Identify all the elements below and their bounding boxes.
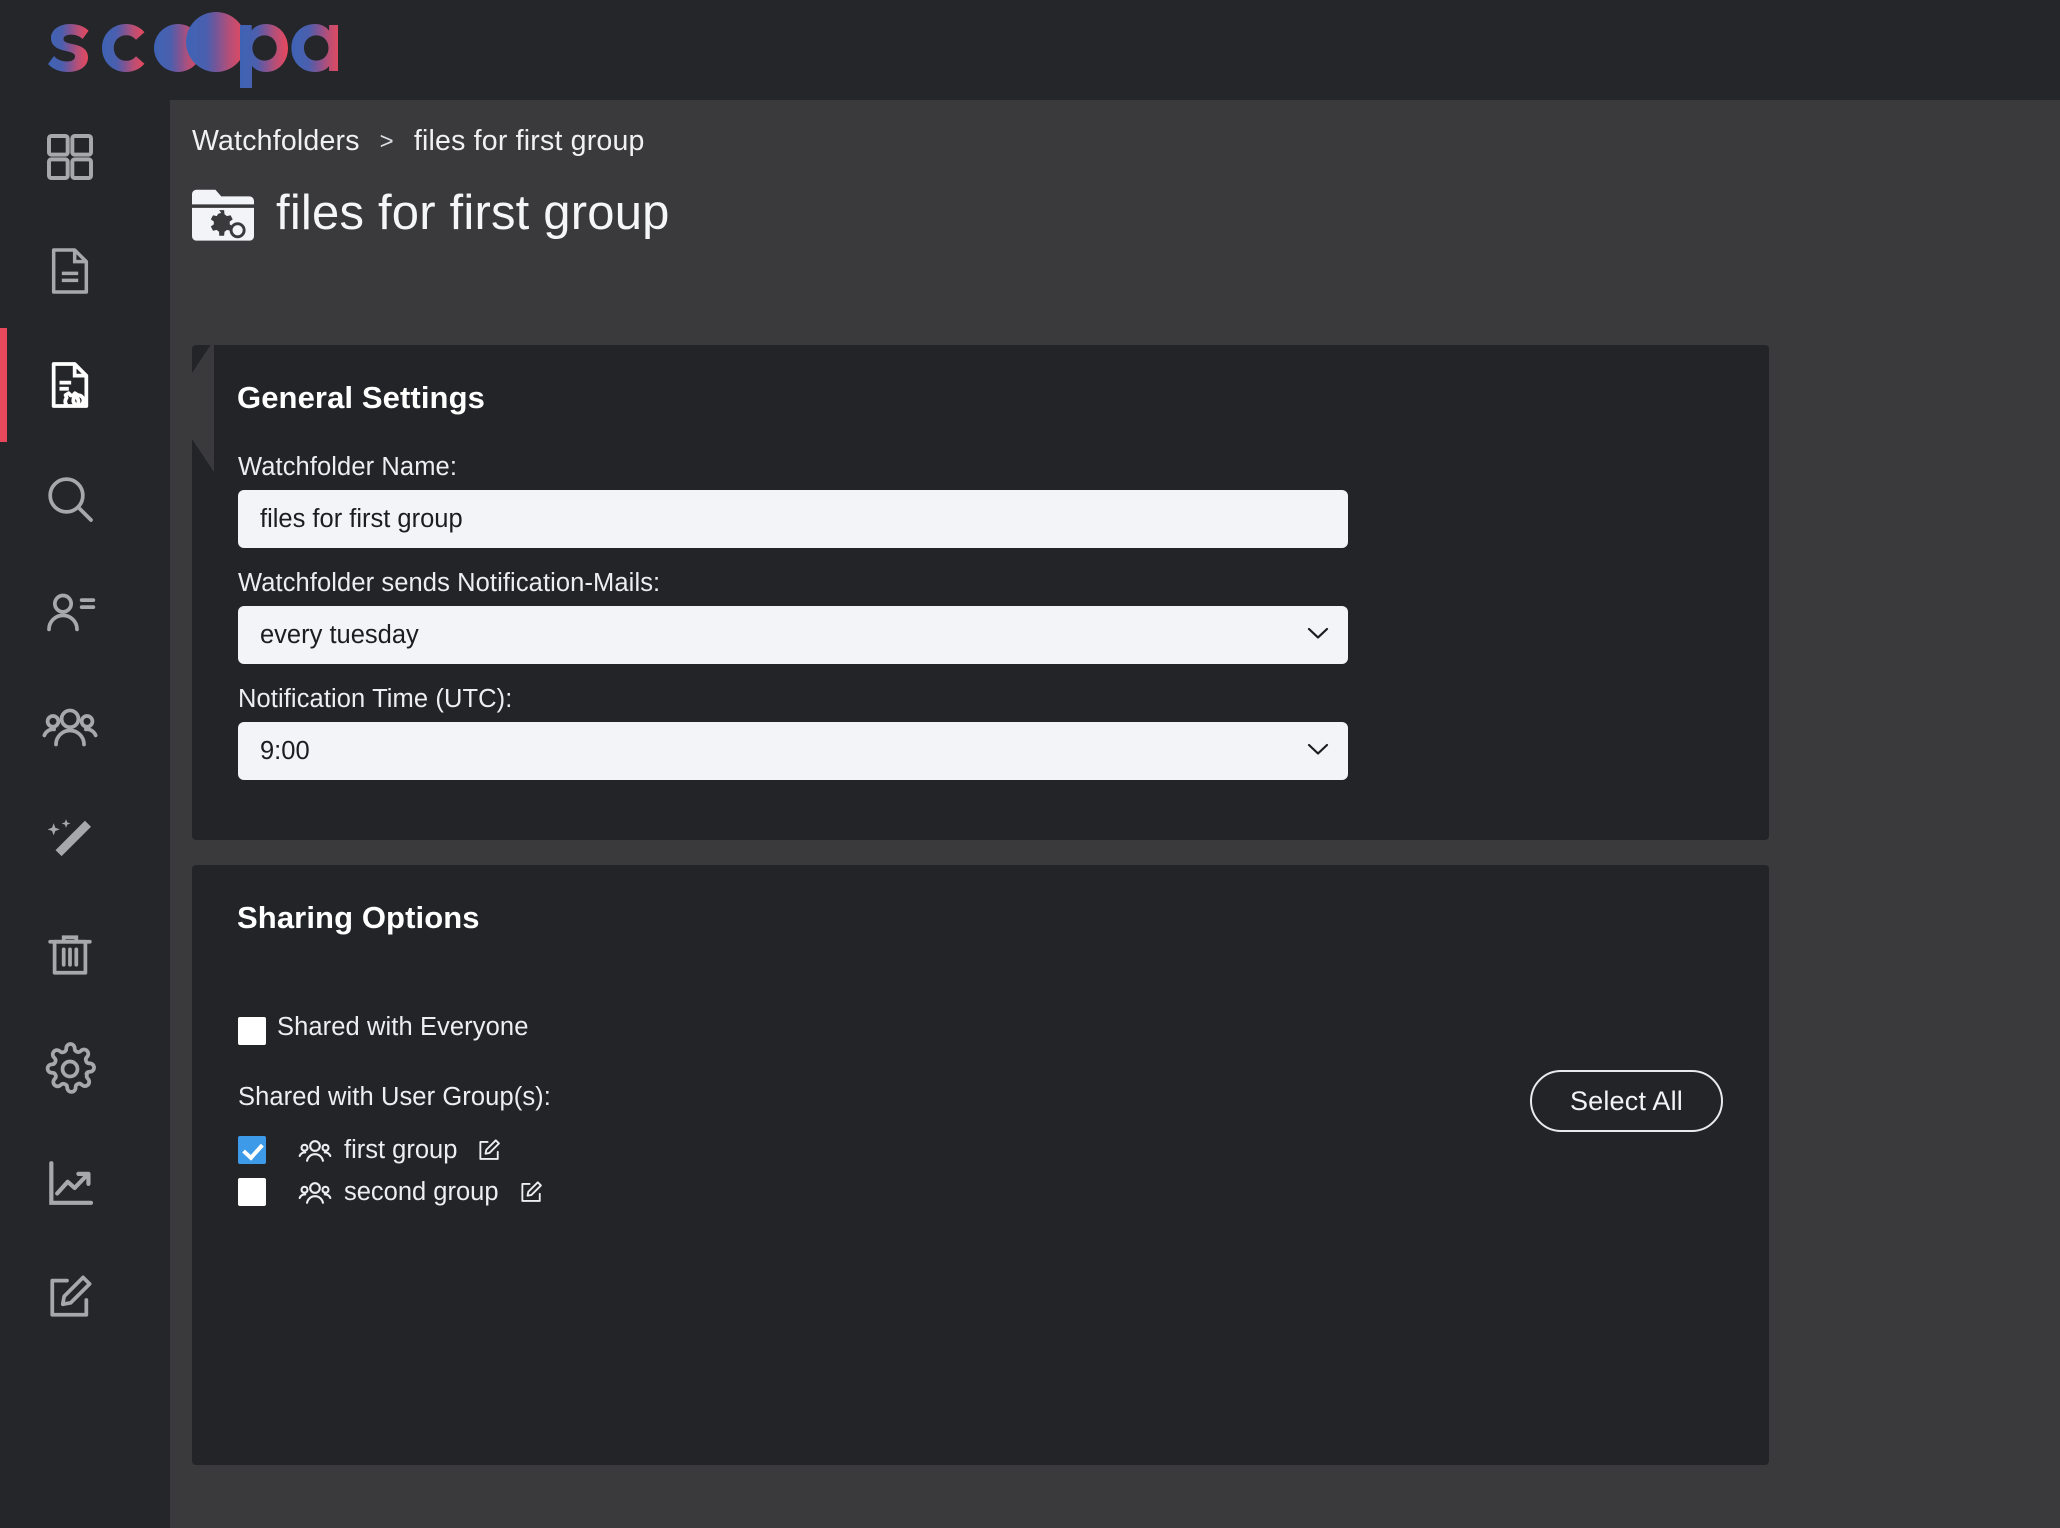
sidebar-item-trash[interactable] (0, 898, 170, 1012)
group-name: first group (344, 1135, 458, 1164)
group-checkbox[interactable] (238, 1136, 266, 1164)
breadcrumb-current[interactable]: files for first group (414, 125, 645, 158)
sharing-options-card: Sharing Options Shared with Everyone Sha… (192, 865, 1769, 1465)
general-settings-title: General Settings (237, 380, 485, 415)
select-all-button[interactable]: Select All (1529, 1070, 1723, 1132)
breadcrumb-separator: > (379, 127, 394, 155)
sidebar-item-magic[interactable] (0, 784, 170, 898)
users-group-icon (42, 708, 98, 747)
user-list-icon (47, 593, 96, 632)
group-list-item[interactable]: second group (238, 1171, 545, 1213)
sidebar-item-settings[interactable] (0, 1012, 170, 1126)
watchfolder-name-input[interactable] (238, 490, 1348, 548)
scoopa-logo[interactable] (48, 10, 338, 88)
shared-with-everyone-checkbox[interactable] (238, 1017, 266, 1045)
trend-chart-icon (49, 1161, 94, 1205)
trash-icon (48, 935, 92, 975)
edit-group-icon[interactable] (475, 1136, 503, 1164)
group-checkbox[interactable] (238, 1178, 266, 1206)
gear-icon (45, 1042, 96, 1094)
sidebar-nav (0, 100, 170, 1354)
breadcrumb-root[interactable]: Watchfolders (192, 125, 360, 158)
notification-mails-label: Watchfolder sends Notification-Mails: (238, 569, 661, 597)
folder-gear-icon (192, 189, 254, 241)
users-group-icon (298, 1140, 332, 1162)
main-content: Watchfolders > files for first group fil… (170, 100, 2060, 1528)
sharing-options-title: Sharing Options (237, 900, 480, 935)
sidebar-item-users[interactable] (0, 556, 170, 670)
watchfolder-name-label: Watchfolder Name: (238, 453, 457, 481)
sidebar-item-statistics[interactable] (0, 1126, 170, 1240)
shared-with-groups-label: Shared with User Group(s): (238, 1083, 551, 1111)
general-settings-card: General Settings Watchfolder Name: Watch… (192, 345, 1769, 840)
document-gear-icon (51, 362, 89, 408)
sidebar-item-search[interactable] (0, 442, 170, 556)
edit-group-icon[interactable] (517, 1178, 545, 1206)
edit-square-icon (50, 1275, 92, 1317)
sidebar (0, 100, 170, 1528)
group-list-item[interactable]: first group (238, 1129, 503, 1171)
grid-icon (47, 134, 93, 180)
document-icon (51, 248, 89, 294)
notification-time-label: Notification Time (UTC): (238, 685, 513, 713)
page-title: files for first group (276, 185, 670, 240)
notification-time-select[interactable] (238, 722, 1348, 780)
sidebar-item-user-groups[interactable] (0, 670, 170, 784)
sidebar-item-watchfolders[interactable] (0, 328, 170, 442)
sidebar-item-editor[interactable] (0, 1240, 170, 1354)
notification-frequency-value[interactable] (238, 606, 1348, 664)
group-name: second group (344, 1177, 499, 1206)
top-bar: scoopa (0, 0, 2060, 100)
sidebar-item-documents[interactable] (0, 214, 170, 328)
breadcrumb: Watchfolders > files for first group (192, 125, 645, 158)
notification-time-value[interactable] (238, 722, 1348, 780)
page-header: files for first group (192, 185, 670, 241)
search-icon (48, 477, 93, 522)
shared-with-everyone-label: Shared with Everyone (277, 1013, 529, 1041)
sidebar-item-dashboard[interactable] (0, 100, 170, 214)
magic-wand-icon (47, 819, 91, 857)
notification-frequency-select[interactable] (238, 606, 1348, 664)
users-group-icon (298, 1182, 332, 1204)
app-window: scoopa (0, 0, 2060, 1528)
